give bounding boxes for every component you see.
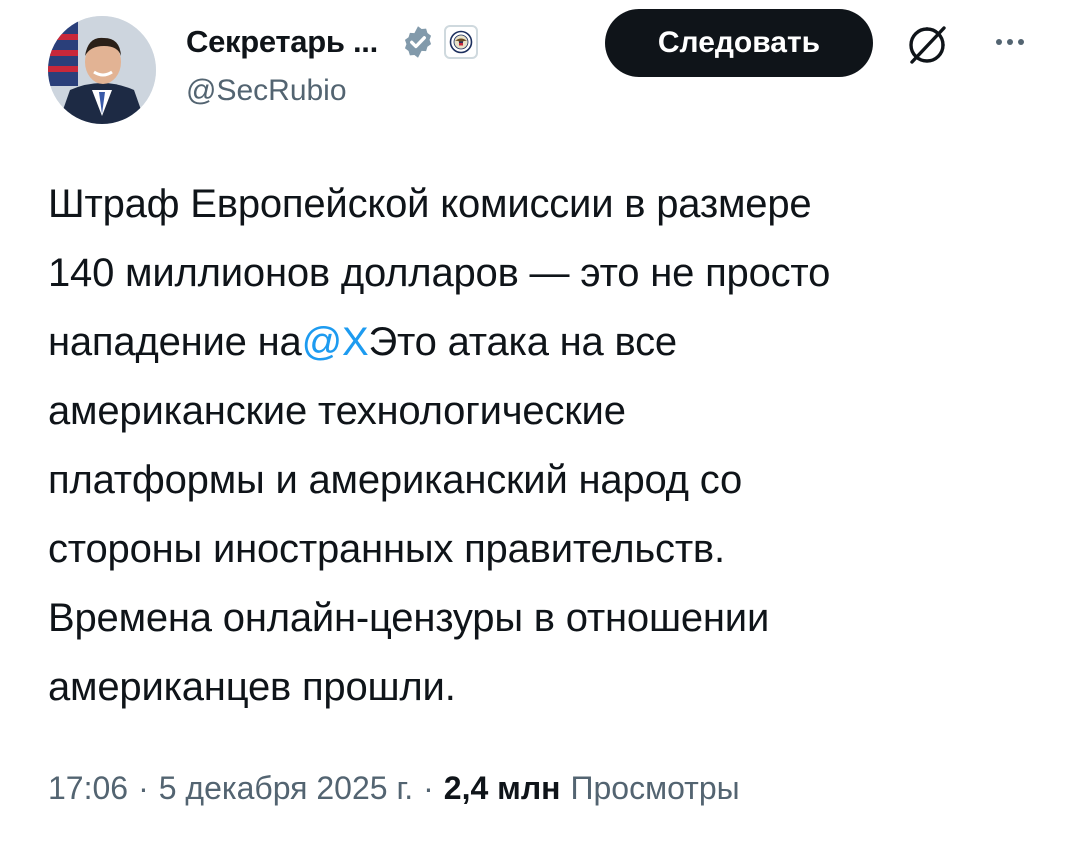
author-avatar[interactable] — [48, 16, 156, 124]
author-handle[interactable]: @SecRubio — [186, 74, 347, 108]
state-department-seal-icon[interactable] — [443, 25, 478, 59]
dot — [1018, 39, 1024, 45]
grok-icon[interactable] — [900, 18, 954, 72]
profile-photo-icon — [48, 16, 156, 124]
tweet-header: Секретарь ... @SecRubio Следовать — [0, 0, 1080, 140]
tweet-line: платформы и американский народ со — [48, 458, 743, 502]
tweet-time[interactable]: 17:06 — [48, 770, 128, 807]
more-options-icon[interactable] — [985, 20, 1035, 64]
follow-button[interactable]: Следовать — [605, 9, 873, 77]
tweet-text-fragment: Это атака на все — [368, 320, 677, 364]
meta-separator: · — [138, 770, 149, 806]
dot — [1007, 39, 1013, 45]
tweet-line: стороны иностранных правительств. — [48, 527, 725, 571]
views-label: Просмотры — [570, 770, 740, 806]
tweet-line: Штраф Европейской комиссии в размере — [48, 182, 812, 226]
tweet-line: Времена онлайн-цензуры в отношении — [48, 596, 770, 640]
mention-link[interactable]: @X — [302, 320, 369, 364]
tweet-line: американские технологические — [48, 389, 626, 433]
tweet-text-fragment: нападение на — [48, 320, 302, 364]
views-count[interactable]: 2,4 млн — [444, 770, 561, 807]
author-display-name[interactable]: Секретарь ... — [186, 24, 378, 60]
tweet-date[interactable]: 5 декабря 2025 г. — [159, 770, 413, 807]
tweet-meta: 17:06 · 5 декабря 2025 г. · 2,4 млн Прос… — [48, 770, 740, 807]
tweet-line-mention: нападение на@XЭто атака на все — [48, 308, 1038, 377]
meta-separator: · — [423, 770, 434, 806]
verified-badge-icon[interactable] — [400, 24, 436, 60]
tweet-line: 140 миллионов долларов — это не просто — [48, 251, 831, 295]
dot — [996, 39, 1002, 45]
tweet-text: Штраф Европейской комиссии в размере 140… — [48, 170, 1038, 722]
author-name-row: Секретарь ... — [186, 20, 478, 64]
tweet-line: американцев прошли. — [48, 665, 456, 709]
